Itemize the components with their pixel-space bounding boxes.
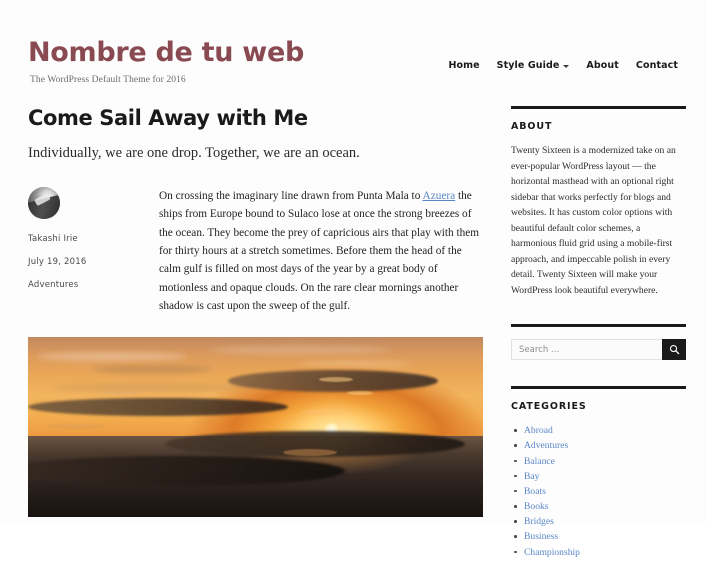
list-item[interactable]: Boats (513, 484, 686, 499)
widget-title-categories: CATEGORIES (511, 401, 587, 413)
nav-label: Home (448, 60, 480, 71)
paragraph-text-before-link: On crossing the imaginary line drawn fro… (159, 190, 423, 203)
post-content: Come Sail Away with Me Individually, we … (28, 106, 483, 586)
nav-item-style-guide[interactable]: Style Guide (497, 60, 570, 71)
post-subtitle: Individually, we are one drop. Together,… (28, 145, 360, 162)
primary-navigation: Home Style Guide About Contact (448, 60, 678, 71)
nav-label: Contact (635, 60, 678, 71)
list-item[interactable]: Championship (513, 545, 686, 560)
main-layout: Come Sail Away with Me Individually, we … (28, 106, 686, 586)
list-item[interactable]: Business (513, 529, 686, 544)
post-meta: Takashi Irie July 19, 2016 Adventures (28, 187, 133, 315)
widget-search (511, 324, 686, 361)
site-tagline: The WordPress Default Theme for 2016 (30, 74, 186, 85)
search-icon (669, 345, 679, 355)
category-link[interactable]: Business (524, 531, 558, 542)
widget-about: ABOUT Twenty Sixteen is a modernized tak… (511, 106, 686, 298)
widget-categories: CATEGORIES Abroad Adventures Balance Bay… (511, 386, 686, 559)
list-item[interactable]: Bridges (513, 514, 686, 529)
category-link[interactable]: Championship (524, 547, 580, 558)
list-item[interactable]: Bay (513, 469, 686, 484)
widget-divider (511, 386, 686, 390)
avatar (28, 187, 60, 220)
category-link[interactable]: Bridges (524, 516, 554, 527)
paragraph-text-after-link: the ships from Europe bound to Sulaco lo… (159, 190, 480, 312)
post-paragraph: On crossing the imaginary line drawn fro… (159, 187, 483, 315)
category-link[interactable]: Balance (524, 456, 555, 467)
nav-label: Style Guide (496, 60, 560, 71)
post-date[interactable]: July 19, 2016 (28, 257, 133, 267)
nav-item-home[interactable]: Home (448, 60, 479, 71)
search-input[interactable] (511, 339, 662, 361)
search-form (511, 339, 686, 361)
featured-image-ocean-sunset (28, 337, 483, 518)
search-button[interactable] (662, 339, 686, 361)
category-link[interactable]: Bay (524, 471, 539, 482)
nav-item-about[interactable]: About (586, 60, 618, 71)
widget-title-about: ABOUT (511, 121, 553, 132)
page-root: Nombre de tu web The WordPress Default T… (0, 0, 706, 558)
about-text: Twenty Sixteen is a modernized take on a… (511, 145, 676, 296)
category-link[interactable]: Boats (524, 486, 546, 497)
list-item[interactable]: Adventures (513, 438, 686, 453)
post-category[interactable]: Adventures (28, 280, 133, 290)
chevron-down-icon (563, 65, 570, 68)
categories-list: Abroad Adventures Balance Bay Boats Book… (511, 423, 686, 559)
post-body: Takashi Irie July 19, 2016 Adventures On… (28, 187, 483, 315)
list-item[interactable]: Balance (513, 454, 686, 469)
nav-label: About (586, 60, 619, 71)
azuera-link[interactable]: Azuera (423, 190, 456, 202)
widget-divider (511, 324, 686, 328)
nav-item-contact[interactable]: Contact (636, 60, 678, 71)
post-author: Takashi Irie (28, 234, 78, 245)
site-header: Nombre de tu web The WordPress Default T… (28, 0, 678, 85)
widget-divider (511, 106, 686, 109)
post-title[interactable]: Come Sail Away with Me (28, 106, 483, 131)
sidebar: ABOUT Twenty Sixteen is a modernized tak… (511, 106, 686, 586)
category-link[interactable]: Books (524, 501, 549, 512)
category-link[interactable]: Adventures (524, 440, 568, 451)
list-item[interactable]: Abroad (513, 423, 686, 438)
list-item[interactable]: Books (513, 499, 686, 514)
category-link[interactable]: Abroad (524, 425, 553, 436)
